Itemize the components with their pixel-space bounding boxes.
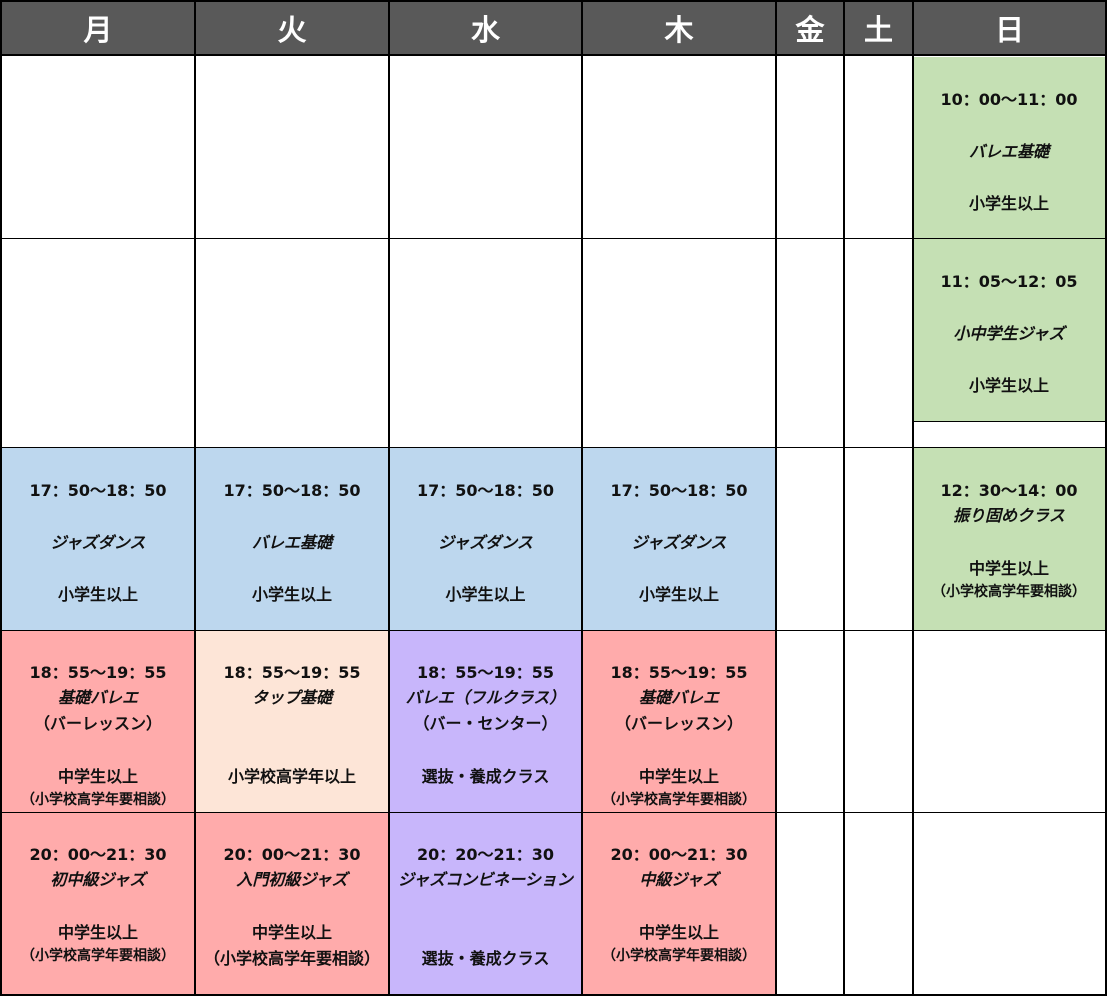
class-target: 小学生以上	[251, 585, 332, 604]
class-note: （小学校高学年要相談）	[602, 792, 756, 808]
class-name: バレエ（フルクラス）	[405, 688, 566, 707]
day-header-sun: 日	[912, 0, 1107, 56]
day-header-fri: 金	[775, 0, 845, 56]
class-time: 11：05〜12：05	[940, 272, 1078, 291]
class-time: 17：50〜18：50	[29, 481, 167, 500]
class-cell-mon-2: 18：55〜19：55 基礎バレエ （バーレッスン） 中学生以上 （小学校高学年…	[2, 631, 194, 812]
class-name: ジャズコンビネーション	[398, 870, 573, 889]
class-time: 17：50〜18：50	[223, 481, 361, 500]
class-name: 初中級ジャズ	[50, 870, 146, 889]
class-time: 12：30〜14：00	[940, 481, 1078, 500]
grid-vline	[581, 56, 583, 996]
class-target: 中学生以上	[251, 923, 332, 942]
grid-hline	[0, 812, 1107, 813]
class-cell-thu-3: 20：00〜21：30 中級ジャズ 中学生以上 （小学校高学年要相談）	[583, 813, 775, 994]
class-cell-sun-2: 11：05〜12：05 小中学生ジャズ 小学生以上	[913, 239, 1105, 421]
class-time: 20：20〜21：30	[416, 845, 555, 864]
day-header-thu: 木	[581, 0, 777, 56]
grid-hline	[912, 421, 1107, 422]
class-cell-wed-3: 20：20〜21：30 ジャズコンビネーション 選抜・養成クラス	[390, 813, 581, 994]
class-note: （小学校高学年要相談）	[21, 948, 175, 964]
class-time: 18：55〜19：55	[416, 663, 555, 682]
class-name: ジャズダンス	[631, 533, 727, 552]
class-time: 18：55〜19：55	[610, 663, 748, 682]
class-cell-mon-1: 17：50〜18：50 ジャズダンス 小学生以上	[2, 448, 194, 630]
class-target: 中学生以上	[638, 767, 719, 786]
class-target: 中学生以上	[638, 923, 719, 942]
class-cell-mon-3: 20：00〜21：30 初中級ジャズ 中学生以上 （小学校高学年要相談）	[2, 813, 194, 994]
class-time: 17：50〜18：50	[416, 481, 555, 500]
class-time: 18：55〜19：55	[223, 663, 361, 682]
class-time: 10：00〜11：00	[940, 90, 1078, 109]
class-target: 小学生以上	[968, 376, 1049, 395]
day-header-wed: 水	[388, 0, 583, 56]
class-time: 20：00〜21：30	[223, 845, 361, 864]
class-target: 中学生以上	[57, 767, 138, 786]
class-target: 小学生以上	[968, 194, 1049, 213]
class-target: 小学生以上	[57, 585, 138, 604]
class-name: ジャズダンス	[438, 533, 533, 552]
class-target: 選抜・養成クラス	[421, 767, 550, 786]
class-target: 小学生以上	[445, 585, 526, 604]
class-note: （小学校高学年要相談）	[21, 792, 175, 808]
class-cell-tue-3: 20：00〜21：30 入門初級ジャズ 中学生以上 （小学校高学年要相談）	[196, 813, 388, 994]
class-time: 17：50〜18：50	[610, 481, 748, 500]
class-name: 入門初級ジャズ	[236, 870, 348, 889]
grid-border-left	[0, 56, 2, 996]
grid-hline	[0, 447, 1107, 448]
class-cell-thu-2: 18：55〜19：55 基礎バレエ （バーレッスン） 中学生以上 （小学校高学年…	[583, 631, 775, 812]
class-name: バレエ基礎	[251, 533, 332, 552]
class-name: 基礎バレエ	[638, 688, 719, 707]
class-note: （小学校高学年要相談）	[602, 948, 756, 964]
day-header-mon: 月	[0, 0, 196, 56]
grid-vline	[194, 56, 196, 996]
day-header-sat: 土	[843, 0, 914, 56]
class-name: 基礎バレエ	[57, 688, 138, 707]
class-name-sub: （バー・センター）	[413, 714, 558, 733]
class-target: 小学校高学年以上	[227, 767, 356, 786]
class-cell-thu-1: 17：50〜18：50 ジャズダンス 小学生以上	[583, 448, 775, 630]
class-cell-sun-1: 10：00〜11：00 バレエ基礎 小学生以上	[913, 57, 1105, 238]
class-time: 20：00〜21：30	[610, 845, 748, 864]
class-name: ジャズダンス	[50, 533, 146, 552]
class-name: 振り固めクラス	[953, 506, 1065, 525]
class-target: 中学生以上	[968, 559, 1049, 578]
grid-vline	[775, 56, 777, 996]
class-cell-sun-3: 12：30〜14：00 振り固めクラス 中学生以上 （小学校高学年要相談）	[913, 448, 1105, 630]
class-name-sub: （バーレッスン）	[614, 714, 743, 733]
day-header-tue: 火	[194, 0, 390, 56]
class-name: タップ基礎	[251, 688, 332, 707]
grid-hline	[0, 630, 1107, 631]
class-time: 18：55〜19：55	[29, 663, 167, 682]
class-cell-tue-2: 18：55〜19：55 タップ基礎 小学校高学年以上	[196, 631, 388, 812]
class-name: 中級ジャズ	[639, 870, 719, 889]
class-name: バレエ基礎	[968, 142, 1049, 161]
class-cell-wed-2: 18：55〜19：55 バレエ（フルクラス） （バー・センター） 選抜・養成クラ…	[390, 631, 581, 812]
class-note: （小学校高学年要相談）	[203, 949, 380, 968]
class-name: 小中学生ジャズ	[953, 324, 1065, 343]
class-note: （小学校高学年要相談）	[932, 584, 1086, 600]
class-name-sub: （バーレッスン）	[33, 714, 162, 733]
grid-vline	[912, 56, 914, 996]
grid-vline	[388, 56, 390, 996]
class-cell-tue-1: 17：50〜18：50 バレエ基礎 小学生以上	[196, 448, 388, 630]
weekly-timetable: 月 火 水 木 金 土 日 10：00〜11：00 バレエ基礎 小学生以上 11…	[0, 0, 1107, 996]
class-target: 小学生以上	[638, 585, 719, 604]
class-target: 中学生以上	[57, 923, 138, 942]
class-time: 20：00〜21：30	[29, 845, 167, 864]
class-cell-wed-1: 17：50〜18：50 ジャズダンス 小学生以上	[390, 448, 581, 630]
class-target: 選抜・養成クラス	[421, 949, 550, 968]
grid-hline	[0, 238, 1107, 239]
grid-vline	[843, 56, 845, 996]
